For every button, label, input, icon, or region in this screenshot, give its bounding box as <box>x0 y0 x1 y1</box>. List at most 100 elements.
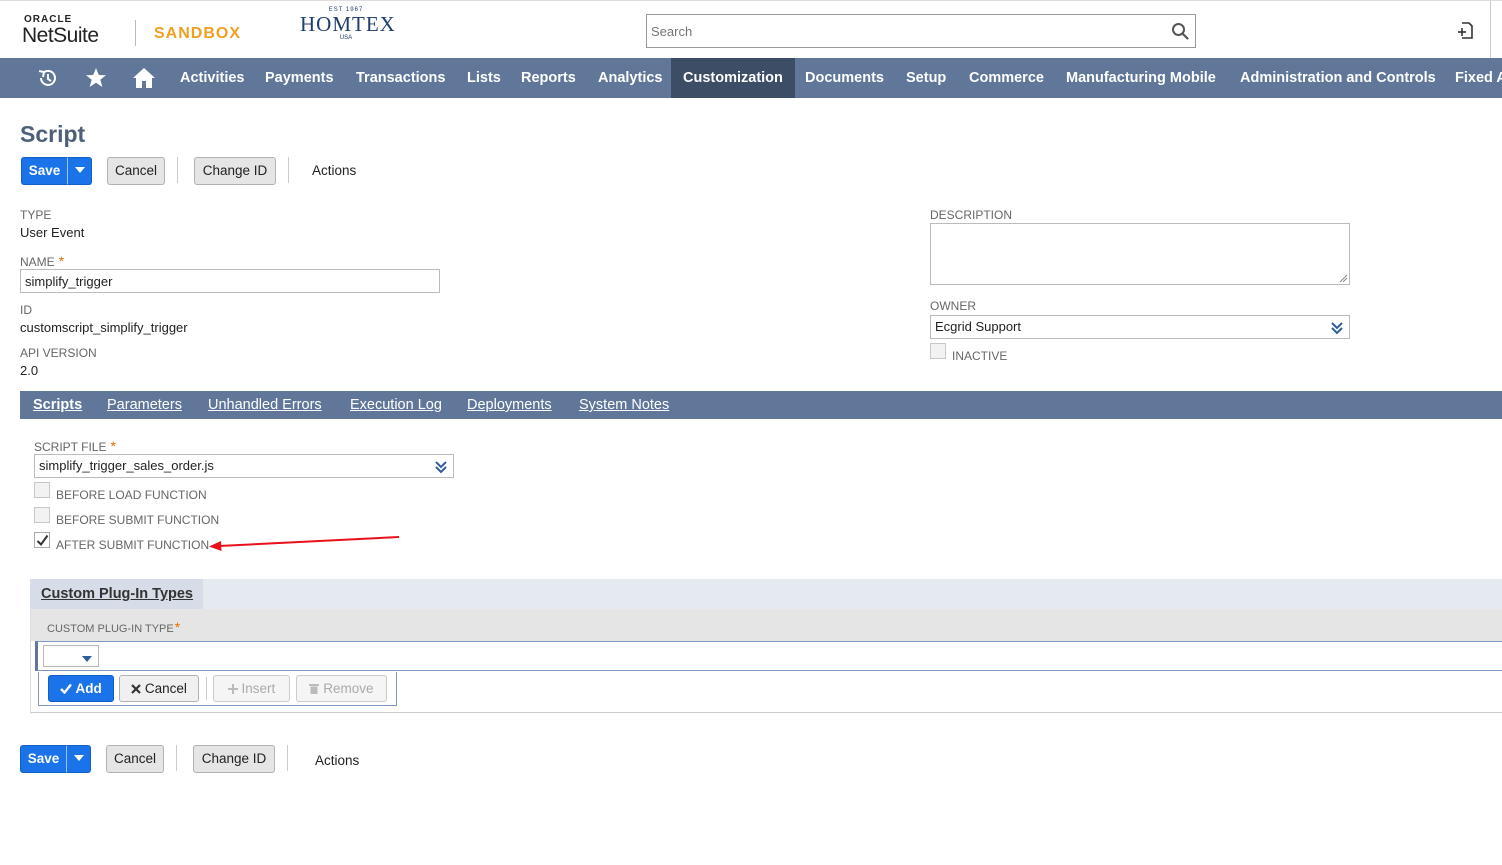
save-button-bottom[interactable]: Save <box>20 745 67 773</box>
sandbox-label: SANDBOX <box>154 25 242 42</box>
cancel-button-bottom[interactable]: Cancel <box>106 745 164 773</box>
nav-commerce[interactable]: Commerce <box>957 58 1056 98</box>
logo-divider <box>135 20 136 46</box>
nav-setup[interactable]: Setup <box>894 58 958 98</box>
recent-records-icon[interactable] <box>36 67 60 89</box>
before-load-checkbox[interactable] <box>34 482 50 498</box>
global-header: ORACLE NetSuite SANDBOX EST 1967 HOMTEX … <box>0 0 1502 59</box>
save-button[interactable]: Save <box>21 157 68 185</box>
home-icon[interactable] <box>132 67 156 89</box>
actions-menu-bottom[interactable]: Actions <box>315 753 359 768</box>
double-chevron-down-icon <box>435 461 447 474</box>
nav-payments[interactable]: Payments <box>253 58 346 98</box>
check-icon <box>60 683 73 695</box>
netsuite-logo-text[interactable]: NetSuite <box>22 24 99 48</box>
button-divider <box>288 157 289 183</box>
nav-manufacturing-mobile[interactable]: Manufacturing Mobile <box>1054 58 1228 98</box>
resize-grip-icon[interactable] <box>1339 274 1348 283</box>
before-submit-label: BEFORE SUBMIT FUNCTION <box>56 513 220 527</box>
plugin-row-buttons: Add Cancel Insert Remove <box>38 672 397 706</box>
api-version-value: 2.0 <box>20 363 39 378</box>
nav-documents[interactable]: Documents <box>793 58 896 98</box>
nav-reports[interactable]: Reports <box>509 58 588 98</box>
before-submit-checkbox[interactable] <box>34 507 50 523</box>
section-divider <box>31 712 1502 713</box>
required-star: * <box>58 253 65 269</box>
owner-select[interactable]: Ecgrid Support <box>930 315 1350 339</box>
plugin-type-column-label: CUSTOM PLUG-IN TYPE* <box>47 619 180 635</box>
id-value: customscript_simplify_trigger <box>20 320 188 335</box>
button-divider <box>177 157 178 183</box>
save-options-button[interactable] <box>67 157 92 185</box>
cancel-button[interactable]: Cancel <box>107 157 165 185</box>
tab-deployments[interactable]: Deployments <box>467 391 552 419</box>
header-edge <box>1490 1 1491 59</box>
custom-plugin-types-section: Custom Plug-In Types CUSTOM PLUG-IN TYPE… <box>30 579 1502 714</box>
favorites-star-icon[interactable] <box>84 67 108 89</box>
main-navigation: Activities Payments Transactions Lists R… <box>0 58 1502 98</box>
chevron-down-icon <box>82 656 92 662</box>
nav-administration-and-controls[interactable]: Administration and Controls <box>1228 58 1448 98</box>
top-button-row: Save Cancel Change ID Actions <box>21 157 381 185</box>
add-row-button[interactable]: Add <box>48 675 114 702</box>
nav-lists[interactable]: Lists <box>455 58 513 98</box>
search-icon[interactable] <box>1171 22 1189 40</box>
button-divider <box>206 677 207 700</box>
tab-parameters[interactable]: Parameters <box>107 391 182 419</box>
type-value: User Event <box>20 225 85 240</box>
type-label: TYPE <box>20 208 52 222</box>
tab-execution-log[interactable]: Execution Log <box>350 391 442 419</box>
name-field[interactable] <box>20 269 440 293</box>
close-icon <box>131 684 141 694</box>
page-title: Script <box>20 121 86 147</box>
actions-menu[interactable]: Actions <box>312 163 356 178</box>
after-submit-label: AFTER SUBMIT FUNCTION <box>56 538 210 552</box>
plugin-type-select[interactable] <box>43 645 99 667</box>
insert-row-button[interactable]: Insert <box>213 675 290 702</box>
api-version-label: API VERSION <box>20 346 97 360</box>
required-star: * <box>174 619 181 635</box>
recent-records-page-icon[interactable] <box>1456 21 1476 41</box>
trash-icon <box>309 684 320 694</box>
tab-unhandled-errors[interactable]: Unhandled Errors <box>208 391 322 419</box>
nav-activities[interactable]: Activities <box>168 58 256 98</box>
annotation-arrow-icon <box>209 536 400 551</box>
change-id-button[interactable]: Change ID <box>194 157 276 185</box>
save-options-button-bottom[interactable] <box>66 745 91 773</box>
change-id-button-bottom[interactable]: Change ID <box>193 745 275 773</box>
remove-row-label: Remove <box>323 681 374 696</box>
insert-row-label: Insert <box>241 681 276 696</box>
name-label: NAME * <box>20 253 64 269</box>
script-file-select[interactable]: simplify_trigger_sales_order.js <box>34 454 454 478</box>
remove-row-button[interactable]: Remove <box>296 675 387 702</box>
plugin-edit-row <box>35 641 1502 671</box>
search-input[interactable] <box>647 15 1147 47</box>
inactive-checkbox[interactable] <box>930 343 946 359</box>
nav-fixed-assets[interactable]: Fixed A <box>1443 58 1502 98</box>
name-label-text: NAME <box>20 255 55 269</box>
tab-system-notes[interactable]: System Notes <box>579 391 669 419</box>
plugin-type-column-text: CUSTOM PLUG-IN TYPE <box>47 623 174 635</box>
button-divider <box>287 745 288 771</box>
cancel-row-label: Cancel <box>144 681 187 696</box>
tab-scripts[interactable]: Scripts <box>33 391 82 419</box>
double-chevron-down-icon <box>1331 322 1343 335</box>
script-file-value: simplify_trigger_sales_order.js <box>39 458 214 473</box>
script-file-label-text: SCRIPT FILE <box>34 440 107 454</box>
plugin-section-header: Custom Plug-In Types <box>31 579 1502 609</box>
chevron-down-icon <box>74 167 85 174</box>
plugin-column-header: CUSTOM PLUG-IN TYPE* <box>31 609 1502 641</box>
global-search[interactable] <box>646 14 1196 48</box>
description-textarea[interactable] <box>930 223 1350 285</box>
nav-analytics[interactable]: Analytics <box>586 58 674 98</box>
subtab-bar: Scripts Parameters Unhandled Errors Exec… <box>20 391 1502 419</box>
script-file-label: SCRIPT FILE * <box>34 438 116 454</box>
nav-customization[interactable]: Customization <box>671 58 795 98</box>
before-load-label: BEFORE LOAD FUNCTION <box>56 488 207 502</box>
inactive-label: INACTIVE <box>952 349 1008 363</box>
nav-transactions[interactable]: Transactions <box>344 58 457 98</box>
after-submit-checkbox[interactable] <box>34 532 50 548</box>
cancel-row-button[interactable]: Cancel <box>119 675 199 702</box>
tab-custom-plugin-types[interactable]: Custom Plug-In Types <box>31 579 203 609</box>
add-row-label: Add <box>75 681 102 696</box>
